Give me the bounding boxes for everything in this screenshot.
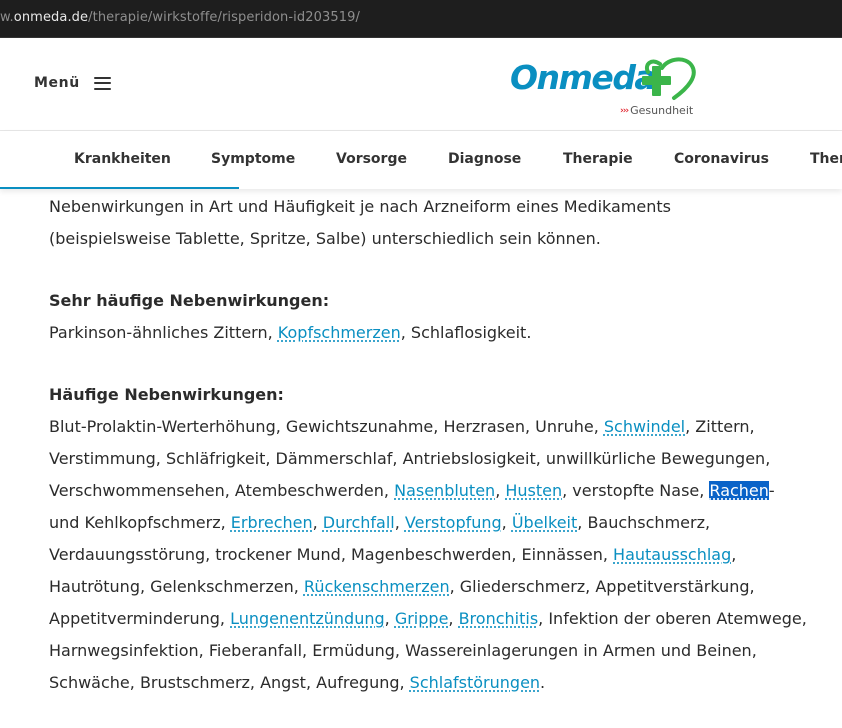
link-schlafstoerungen[interactable]: Schlafstörungen bbox=[410, 673, 540, 692]
text-run: , bbox=[495, 481, 506, 500]
menu-label: Menü bbox=[34, 75, 80, 91]
nav-item-diagnose[interactable]: Diagnose bbox=[448, 151, 521, 167]
text-run: , bbox=[312, 513, 323, 532]
link-rueckenschmerzen[interactable]: Rückenschmerzen bbox=[304, 577, 450, 596]
article-body: Nebenwirkungen in Art und Häufigkeit je … bbox=[49, 191, 809, 699]
common-heading: Häufige Nebenwirkungen: bbox=[49, 385, 284, 404]
very-common-section: Sehr häufige Nebenwirkungen: Parkinson-äh… bbox=[49, 285, 809, 349]
link-rachen-selected[interactable]: Rachen bbox=[709, 481, 769, 500]
address-url[interactable]: w.onmeda.de/therapie/wirkstoffe/risperid… bbox=[0, 10, 360, 25]
nav-item-coronavirus[interactable]: Coronavirus bbox=[674, 151, 769, 167]
link-bronchitis[interactable]: Bronchitis bbox=[459, 609, 539, 628]
link-durchfall[interactable]: Durchfall bbox=[323, 513, 395, 532]
link-uebelkeit[interactable]: Übelkeit bbox=[512, 513, 577, 532]
intro-line-1: Nebenwirkungen in Art und Häufigkeit je … bbox=[49, 197, 671, 216]
logo-subtext: Gesundheit bbox=[630, 104, 694, 117]
nav-scroll-indicator bbox=[0, 187, 239, 189]
main-nav: Krankheiten Symptome Vorsorge Diagnose T… bbox=[0, 131, 842, 189]
text-run: , verstopfte Nase, bbox=[562, 481, 710, 500]
intro-paragraph: Nebenwirkungen in Art und Häufigkeit je … bbox=[49, 191, 809, 255]
link-husten[interactable]: Husten bbox=[505, 481, 562, 500]
url-host: onmeda.de bbox=[13, 10, 89, 25]
link-schwindel[interactable]: Schwindel bbox=[604, 417, 685, 436]
text-run: , bbox=[394, 513, 405, 532]
very-common-heading: Sehr häufige Nebenwirkungen: bbox=[49, 291, 330, 310]
nav-item-vorsorge[interactable]: Vorsorge bbox=[336, 151, 407, 167]
intro-line-2: (beispielsweise Tablette, Spritze, Salbe… bbox=[49, 229, 601, 248]
heart-cross-icon bbox=[642, 57, 696, 100]
link-nasenbluten[interactable]: Nasenbluten bbox=[394, 481, 495, 500]
link-lungenentzuendung[interactable]: Lungenentzündung bbox=[230, 609, 385, 628]
nav-item-krankheiten[interactable]: Krankheiten bbox=[74, 151, 171, 167]
text-run: , bbox=[448, 609, 459, 628]
text-run: , bbox=[384, 609, 395, 628]
link-hautausschlag[interactable]: Hautausschlag bbox=[613, 545, 731, 564]
site-logo[interactable]: Onmeda ››› Gesundheit bbox=[510, 56, 700, 120]
text-run: , bbox=[501, 513, 512, 532]
link-verstopfung[interactable]: Verstopfung bbox=[405, 513, 502, 532]
nav-item-themen[interactable]: Them bbox=[810, 151, 842, 167]
hamburger-icon bbox=[93, 76, 111, 90]
common-section: Häufige Nebenwirkungen: Blut-Prolaktin-We… bbox=[49, 379, 809, 699]
browser-address-bar[interactable]: w.onmeda.de/therapie/wirkstoffe/risperid… bbox=[0, 0, 842, 38]
text-run: Blut-Prolaktin-Werterhöhung, Gewichtszun… bbox=[49, 417, 604, 436]
logo-wordmark: Onmeda bbox=[510, 58, 657, 97]
text-run: , Schlaflosigkeit. bbox=[400, 323, 532, 342]
link-erbrechen[interactable]: Erbrechen bbox=[231, 513, 313, 532]
text-run: . bbox=[540, 673, 546, 692]
logo-subline: ››› Gesundheit bbox=[620, 104, 693, 117]
nav-item-symptome[interactable]: Symptome bbox=[211, 151, 295, 167]
site-header: Menü Onmeda ››› Gesundheit bbox=[0, 38, 842, 131]
link-grippe[interactable]: Grippe bbox=[395, 609, 449, 628]
url-prefix: w. bbox=[0, 10, 14, 25]
url-path: /therapie/wirkstoffe/risperidon-id203519… bbox=[88, 10, 360, 25]
chevrons-icon: ››› bbox=[620, 105, 629, 116]
nav-item-therapie[interactable]: Therapie bbox=[563, 151, 633, 167]
menu-button[interactable]: Menü bbox=[34, 75, 111, 91]
text-run: Parkinson-ähnliches Zittern, bbox=[49, 323, 278, 342]
link-kopfschmerzen[interactable]: Kopfschmerzen bbox=[278, 323, 401, 342]
